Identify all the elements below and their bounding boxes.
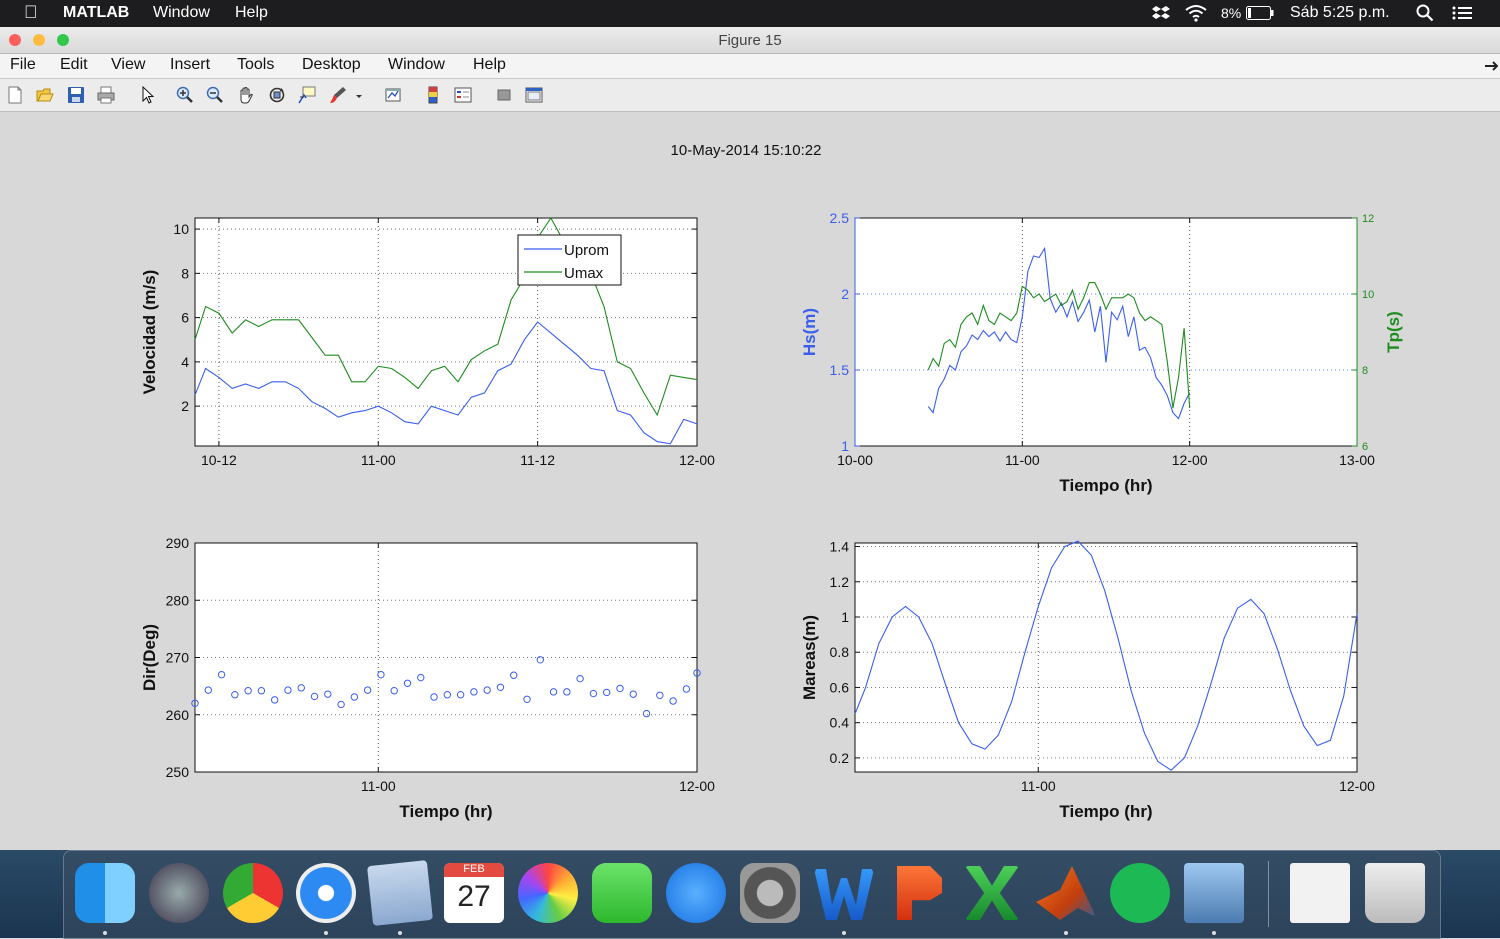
y-tick-label: 2.5 [830, 210, 850, 226]
excel-icon[interactable] [965, 866, 1019, 920]
preview-icon[interactable] [1184, 863, 1244, 923]
chrome-icon[interactable] [223, 863, 283, 923]
y-right-tick-label: 12 [1362, 213, 1374, 225]
x-tick-label: 11-00 [1005, 452, 1040, 468]
y-tick-label: 6 [181, 310, 189, 326]
documents-stack-icon[interactable] [1290, 863, 1350, 923]
calendar-day: 27 [457, 880, 491, 913]
x-tick-label: 11-00 [361, 452, 396, 468]
plots-svg: 10-12 11-00 11-12 12-00 2 4 6 8 10 Velocidad (m/s… [140, 210, 1403, 821]
x-tick-label: 10-00 [837, 452, 873, 468]
running-indicator [1064, 931, 1068, 935]
legend-label: Umax [564, 265, 604, 282]
y-tick-label: 1.4 [830, 539, 850, 555]
calendar-icon[interactable]: FEB 27 [444, 863, 504, 923]
word-icon[interactable] [814, 869, 874, 920]
x-axis-label: Tiempo (hr) [1059, 476, 1152, 495]
y-tick-label: 2 [841, 286, 849, 302]
y-axis-label: Velocidad (m/s) [140, 270, 159, 395]
safari-icon[interactable] [296, 863, 356, 923]
running-indicator [103, 931, 107, 935]
x-tick-label: 12-00 [1339, 778, 1375, 794]
y-tick-label: 0.4 [830, 715, 850, 731]
x-axis-label: Tiempo (hr) [1059, 802, 1152, 821]
axes-box-2 [854, 217, 1358, 447]
x-tick-label: 11-00 [1021, 778, 1056, 794]
y-right-tick-label: 10 [1362, 289, 1374, 301]
legend-label: Uprom [564, 242, 609, 259]
x-tick-label: 12-00 [1172, 452, 1208, 468]
y-tick-label: 0.2 [830, 750, 850, 766]
y-axis-label: Dir(Deg) [140, 624, 159, 691]
x-tick-label: 12-00 [679, 452, 715, 468]
y-tick-label: 2 [181, 398, 189, 414]
running-indicator [1212, 931, 1216, 935]
y-tick-label: 4 [181, 354, 189, 370]
system-preferences-icon[interactable] [740, 863, 800, 923]
app-store-icon[interactable] [666, 863, 726, 923]
trash-icon[interactable] [1365, 863, 1425, 923]
facetime-icon[interactable] [592, 863, 652, 923]
x-tick-label: 11-12 [520, 452, 555, 468]
y-axis-label: Mareas(m) [800, 615, 819, 700]
axes-box-3 [194, 542, 698, 773]
y-right-axis-label: Tp(s) [1384, 311, 1403, 353]
y-tick-label: 280 [166, 592, 190, 608]
x-tick-label: 13-00 [1339, 452, 1375, 468]
launchpad-icon[interactable] [149, 863, 209, 923]
y-tick-label: 1.2 [830, 574, 850, 590]
y-tick-label: 1.5 [830, 362, 850, 378]
dock-separator [1268, 861, 1269, 927]
matlab-icon[interactable] [1036, 866, 1096, 920]
y-right-tick-label: 8 [1362, 365, 1368, 377]
y-tick-label: 260 [166, 707, 190, 723]
running-indicator [398, 931, 402, 935]
mail-icon[interactable] [367, 860, 433, 926]
axes-box-4 [854, 542, 1358, 773]
y-axis-label: Hs(m) [800, 308, 819, 356]
running-indicator [842, 931, 846, 935]
x-tick-label: 11-00 [361, 778, 396, 794]
x-tick-label: 12-00 [679, 778, 715, 794]
running-indicator [324, 931, 328, 935]
y-right-tick-label: 6 [1362, 441, 1368, 453]
y-tick-label: 0.6 [830, 679, 850, 695]
y-tick-label: 270 [166, 650, 190, 666]
x-tick-label: 10-12 [201, 452, 237, 468]
y-tick-label: 1 [841, 609, 849, 625]
y-tick-label: 8 [181, 265, 189, 281]
calendar-month: FEB [444, 863, 504, 877]
finder-icon[interactable] [75, 863, 135, 923]
x-axis-label: Tiempo (hr) [399, 802, 492, 821]
y-tick-label: 1 [841, 438, 849, 454]
y-tick-label: 0.8 [830, 644, 850, 660]
powerpoint-icon[interactable] [897, 866, 942, 920]
photos-icon[interactable] [518, 863, 578, 923]
spotify-icon[interactable] [1110, 863, 1170, 923]
dock: FEB 27 [63, 850, 1441, 939]
y-tick-label: 10 [173, 221, 189, 237]
y-tick-label: 290 [166, 535, 190, 551]
y-tick-label: 250 [166, 764, 190, 780]
